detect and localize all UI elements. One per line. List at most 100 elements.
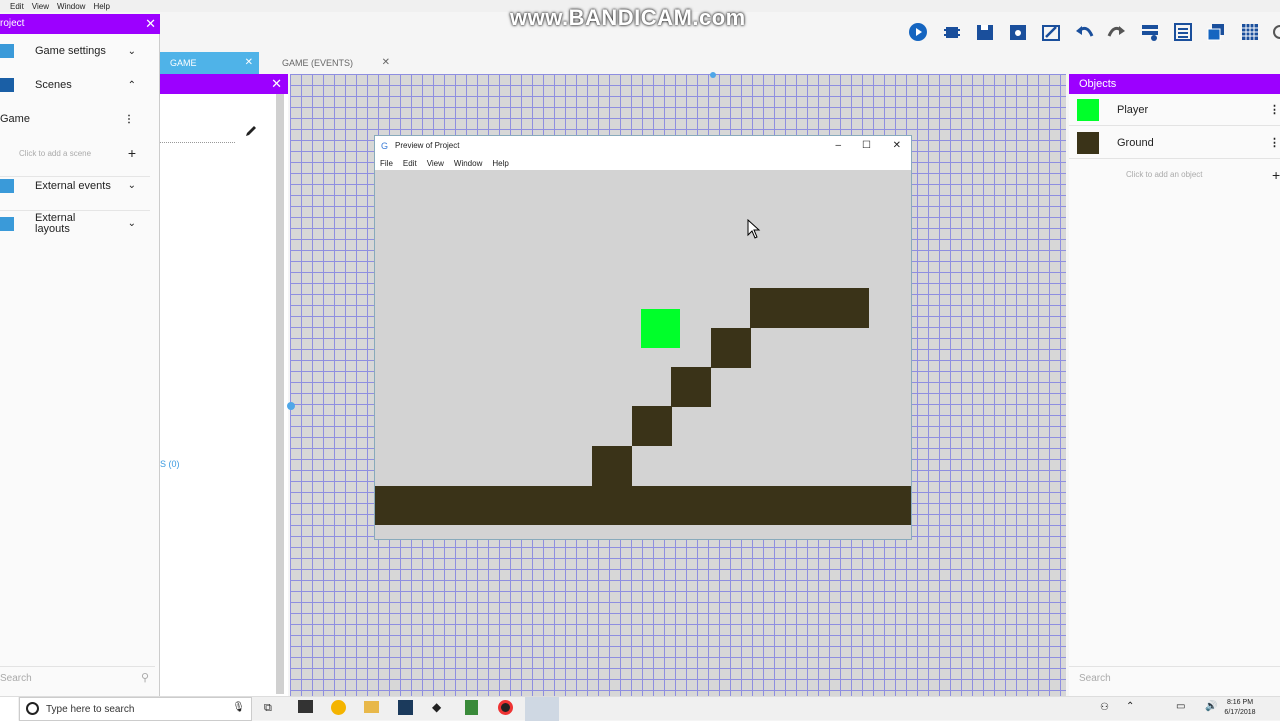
external-events-item[interactable]: External events ⌄ (0, 176, 150, 194)
people-icon[interactable]: ⚇ (1100, 702, 1109, 713)
task-view-icon[interactable]: ⧉ (264, 702, 272, 715)
game-canvas[interactable] (375, 170, 911, 539)
chevron-up-icon[interactable]: ⌃ (128, 80, 136, 91)
notepad-icon[interactable] (465, 700, 478, 715)
events-icon (0, 178, 14, 193)
windows-icon[interactable] (1206, 22, 1226, 42)
grid-icon[interactable] (1240, 22, 1260, 42)
close-icon[interactable]: ✕ (245, 52, 253, 74)
resize-handle[interactable] (287, 402, 295, 410)
app-icon[interactable]: ◆ (432, 700, 441, 714)
object-player[interactable]: Player ⋮ (1069, 94, 1280, 126)
undo-icon[interactable] (1075, 22, 1095, 42)
clapperboard-icon (0, 78, 14, 92)
gdevelop-taskbar-icon[interactable] (525, 697, 559, 721)
list-icon[interactable] (1173, 22, 1193, 42)
preview-menu-help[interactable]: Help (492, 159, 508, 168)
plus-icon[interactable]: + (128, 145, 136, 161)
save-icon[interactable] (975, 22, 995, 42)
edit-icon[interactable] (1041, 22, 1061, 42)
menu-edit[interactable]: Edit (10, 2, 24, 11)
more-icon[interactable] (1270, 22, 1280, 42)
plus-icon[interactable]: + (1272, 167, 1280, 183)
tab-game-events[interactable]: GAME (EVENTS) ✕ (272, 52, 396, 74)
properties-header: ✕ (160, 74, 288, 94)
export-icon[interactable] (1008, 22, 1028, 42)
layers-icon[interactable] (1140, 22, 1160, 42)
preview-title: Preview of Project (395, 141, 460, 150)
game-settings-item[interactable]: Game settings ⌄ (0, 42, 150, 60)
clock[interactable]: 8:16 PM 6/17/2018 (1222, 698, 1258, 718)
taskbar-search-placeholder: Type here to search (46, 704, 135, 715)
tray-chevron-icon[interactable]: ⌃ (1126, 701, 1134, 712)
debug-icon[interactable] (942, 22, 962, 42)
taskbar-search[interactable]: Type here to search 🎙 (19, 697, 252, 721)
preview-menu-edit[interactable]: Edit (403, 159, 417, 168)
close-icon[interactable]: ✕ (893, 136, 901, 156)
objects-header: Objects (1069, 74, 1280, 94)
close-icon[interactable]: ✕ (145, 14, 156, 34)
object-ground[interactable]: Ground ⋮ (1069, 127, 1280, 159)
tab-game-events-label: GAME (EVENTS) (282, 58, 354, 68)
more-vert-icon[interactable]: ⋮ (1269, 103, 1280, 116)
pencil-icon[interactable] (244, 124, 258, 138)
player-thumbnail (1077, 98, 1099, 121)
external-layouts-label: External layouts (35, 211, 76, 235)
project-manager: Game settings ⌄ Scenes ⌃ Game ⋮ Click to… (0, 14, 160, 696)
redo-icon[interactable] (1106, 22, 1126, 42)
more-vert-icon[interactable]: ⋮ (124, 114, 134, 125)
player-sprite (641, 309, 680, 348)
ground-block (632, 406, 672, 446)
chevron-down-icon[interactable]: ⌄ (128, 46, 136, 57)
ground-block (671, 367, 711, 407)
scrollbar[interactable] (276, 94, 284, 694)
scenes-item[interactable]: Scenes ⌃ (0, 76, 150, 94)
project-header: roject ✕ (0, 14, 160, 34)
preview-menu-window[interactable]: Window (454, 159, 482, 168)
instances-link[interactable]: S (0) (160, 459, 180, 469)
objects-title: Objects (1079, 78, 1117, 90)
chevron-down-icon[interactable]: ⌄ (128, 180, 136, 191)
scene-game-label: Game (0, 113, 30, 125)
start-button[interactable] (0, 697, 18, 721)
steam-icon[interactable] (398, 700, 413, 715)
external-layouts-item[interactable]: External layouts ⌄ (0, 210, 150, 236)
settings-icon (0, 44, 14, 58)
gdevelop-icon: G (381, 141, 389, 151)
add-scene-label: Click to add a scene (19, 148, 92, 158)
minimize-icon[interactable]: – (835, 136, 841, 156)
objects-search[interactable]: Search (1069, 666, 1280, 692)
chevron-down-icon[interactable]: ⌄ (128, 218, 136, 229)
file-explorer-icon[interactable] (364, 701, 379, 713)
network-icon[interactable]: ▭ (1176, 701, 1185, 712)
chrome-icon[interactable] (331, 700, 346, 715)
tab-game[interactable]: GAME ✕ (160, 52, 259, 74)
add-scene-item[interactable]: Click to add a scene + (0, 144, 150, 162)
close-icon[interactable]: ✕ (382, 52, 390, 74)
menu-view[interactable]: View (32, 2, 49, 11)
preview-titlebar[interactable]: G Preview of Project – ☐ ✕ (375, 136, 911, 156)
cortana-icon (26, 702, 39, 715)
menu-help[interactable]: Help (93, 2, 109, 11)
menu-window[interactable]: Window (57, 2, 85, 11)
preview-menu-file[interactable]: File (380, 159, 393, 168)
more-vert-icon[interactable]: ⋮ (1269, 136, 1280, 149)
ground-block (592, 446, 632, 486)
scene-tabs: GAME ✕ GAME (EVENTS) ✕ (160, 52, 1280, 74)
close-icon[interactable]: ✕ (271, 76, 282, 92)
bandicam-icon[interactable] (498, 700, 513, 715)
ground-thumbnail (1077, 131, 1099, 154)
resize-handle[interactable] (710, 72, 716, 78)
play-icon[interactable] (908, 22, 928, 42)
divider (160, 142, 235, 143)
mail-icon[interactable] (298, 700, 313, 713)
volume-icon[interactable]: 🔊 (1205, 701, 1217, 712)
maximize-icon[interactable]: ☐ (862, 136, 871, 156)
add-object-hint[interactable]: Click to add an object (1126, 170, 1203, 179)
object-player-label: Player (1117, 103, 1149, 116)
preview-menu-view[interactable]: View (427, 159, 444, 168)
project-search[interactable]: Search ⚲ (0, 666, 155, 688)
scene-item-game[interactable]: Game ⋮ (0, 110, 150, 128)
ground-block (711, 328, 751, 368)
microphone-icon[interactable]: 🎙 (232, 702, 245, 713)
